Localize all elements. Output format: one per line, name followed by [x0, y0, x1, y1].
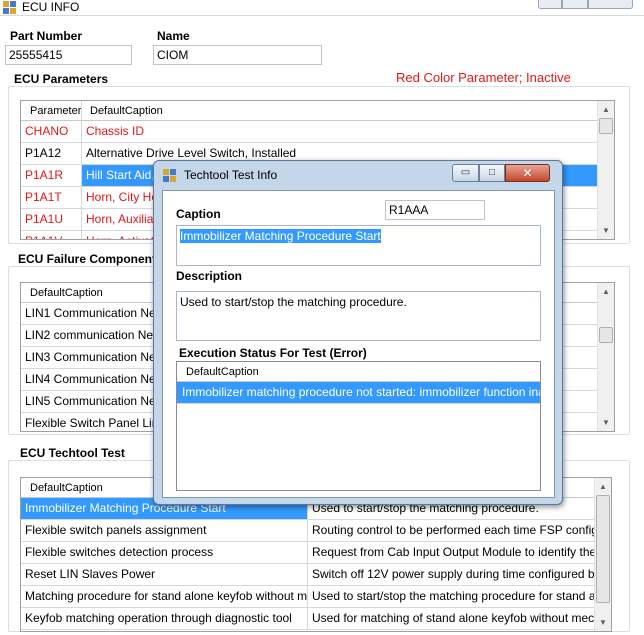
- table-row[interactable]: CHANO Chassis ID: [21, 121, 598, 143]
- execution-status-cell: Immobilizer matching procedure not start…: [177, 382, 540, 403]
- caption-label: Caption: [176, 207, 221, 221]
- scroll-down-arrow-icon[interactable]: ▼: [598, 222, 614, 239]
- window-title: ECU INFO: [22, 0, 80, 14]
- dialog-minimize-button[interactable]: ▭: [452, 164, 479, 182]
- test-code-field[interactable]: R1AAA: [385, 200, 485, 220]
- parameters-scrollbar[interactable]: ▲ ▼: [597, 101, 614, 239]
- test-description-cell: Request from Cab Input Output Module to …: [312, 545, 595, 559]
- table-row[interactable]: Matching procedure for stand alone keyfo…: [21, 586, 595, 608]
- column-header-parameter[interactable]: Parameter(: [21, 101, 82, 121]
- parameter-code-cell: P1A1U: [21, 209, 82, 230]
- parameter-code-cell: CHANO: [21, 121, 82, 142]
- scroll-thumb[interactable]: [596, 495, 610, 603]
- ecu-parameters-title: ECU Parameters: [14, 72, 109, 86]
- scroll-up-arrow-icon[interactable]: ▲: [595, 478, 611, 495]
- table-row[interactable]: Reset LIN Slaves Power Switch off 12V pow…: [21, 564, 595, 586]
- dialog-title: Techtool Test Info: [184, 168, 278, 182]
- table-row[interactable]: Immobilizer matching procedure not start…: [177, 382, 540, 404]
- techtool-test-info-dialog: Techtool Test Info ▭ □ ✕ Caption R1AAA I…: [153, 160, 563, 505]
- window-maximize-button[interactable]: [562, 0, 588, 9]
- part-number-label: Part Number: [10, 29, 83, 43]
- window-minimize-button[interactable]: [538, 0, 562, 9]
- table-row[interactable]: Flexible switch panels assignment Routing…: [21, 520, 595, 542]
- scroll-up-arrow-icon[interactable]: ▲: [598, 101, 614, 118]
- test-caption-cell: Flexible switches detection process: [21, 542, 308, 563]
- grid-header: Parameter( DefaultCaption: [21, 101, 598, 121]
- scroll-thumb[interactable]: [599, 118, 613, 134]
- window-title-bar: ECU INFO: [0, 0, 644, 16]
- scroll-up-arrow-icon[interactable]: ▲: [598, 283, 614, 300]
- caption-selected-text: Immobilizer Matching Procedure Start: [180, 229, 381, 243]
- caption-field[interactable]: Immobilizer Matching Procedure Start: [176, 225, 541, 266]
- dialog-title-bar[interactable]: Techtool Test Info ▭ □ ✕: [154, 161, 562, 189]
- dialog-client-area: Caption R1AAA Immobilizer Matching Proce…: [162, 190, 555, 498]
- parameter-code-cell: P1A1T: [21, 187, 82, 208]
- execution-status-grid: DefaultCaption Immobilizer matching proc…: [176, 361, 541, 491]
- dialog-app-icon: [163, 169, 176, 182]
- scroll-down-arrow-icon[interactable]: ▼: [595, 614, 611, 631]
- test-description-cell: Used for matching of stand alone keyfob …: [312, 611, 595, 625]
- test-description-cell: Used to start/stop the matching procedur…: [312, 589, 595, 603]
- ecu-failure-title: ECU Failure Component: [18, 252, 157, 266]
- table-row[interactable]: Flexible switches detection process Reque…: [21, 542, 595, 564]
- table-row[interactable]: Keyfob matching operation through diagno…: [21, 608, 595, 630]
- parameter-code-cell: P1A12: [21, 143, 82, 164]
- test-caption-cell: Flexible switch panels assignment: [21, 520, 308, 541]
- column-header-default-caption[interactable]: DefaultCaption: [177, 362, 540, 382]
- test-description-cell: Switch off 12V power supply during time …: [312, 567, 595, 581]
- parameter-code-cell: P1A1R: [21, 165, 82, 186]
- name-label: Name: [157, 29, 190, 43]
- test-description-cell: Routing control to be performed each tim…: [312, 523, 595, 537]
- techtool-scrollbar[interactable]: ▲ ▼: [594, 478, 611, 631]
- window-close-button[interactable]: [588, 0, 633, 9]
- dialog-close-button[interactable]: ✕: [505, 164, 550, 182]
- grid-header: DefaultCaption: [177, 362, 540, 382]
- parameter-caption-cell: Chassis ID: [86, 124, 145, 138]
- failure-scrollbar[interactable]: ▲ ▼: [597, 283, 614, 431]
- inactive-legend: Red Color Parameter; Inactive: [396, 70, 571, 85]
- column-header-default-caption[interactable]: DefaultCaption: [82, 101, 598, 121]
- scroll-down-arrow-icon[interactable]: ▼: [598, 414, 614, 431]
- part-number-field[interactable]: 25555415: [5, 45, 132, 65]
- scroll-thumb[interactable]: [599, 327, 613, 343]
- ecu-techtool-title: ECU Techtool Test: [20, 446, 125, 460]
- description-label: Description: [176, 269, 243, 283]
- parameter-code-cell: P1A1V: [21, 231, 82, 239]
- test-caption-cell: Matching procedure for stand alone keyfo…: [21, 586, 308, 607]
- dialog-maximize-button[interactable]: □: [479, 164, 505, 182]
- execution-status-label: Execution Status For Test (Error): [179, 346, 367, 360]
- name-field[interactable]: CIOM: [153, 45, 322, 65]
- description-field[interactable]: Used to start/stop the matching procedur…: [176, 291, 541, 341]
- test-caption-cell: Keyfob matching operation through diagno…: [21, 608, 308, 629]
- app-icon: [3, 1, 16, 14]
- test-caption-cell: Reset LIN Slaves Power: [21, 564, 308, 585]
